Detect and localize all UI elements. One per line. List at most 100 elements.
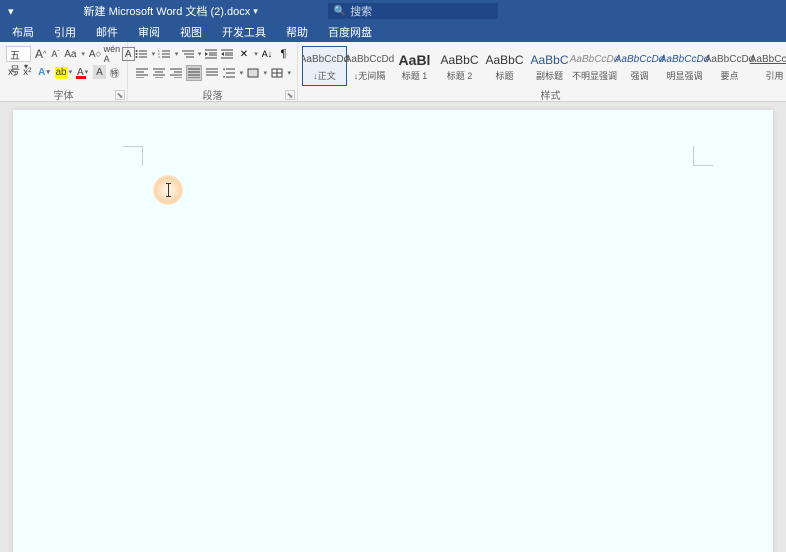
style-item[interactable]: AaBbC标题 [482, 46, 527, 86]
chevron-down-icon[interactable]: ▾ [175, 50, 179, 58]
font-color-button[interactable]: A▾ [74, 65, 91, 79]
tab-help[interactable]: 帮助 [276, 22, 318, 42]
decrease-indent-button[interactable] [203, 46, 218, 62]
tab-developer[interactable]: 开发工具 [212, 22, 276, 42]
style-item[interactable]: AaBbC标题 2 [437, 46, 482, 86]
highlight-color-button[interactable]: ab▾ [54, 65, 72, 79]
style-item[interactable]: AaBl标题 1 [392, 46, 437, 86]
document-page[interactable] [13, 110, 773, 552]
show-marks-button[interactable]: ¶ [276, 46, 291, 62]
asian-layout-button[interactable]: ✕ [237, 46, 252, 62]
title-dropdown-icon[interactable]: ▾ [253, 6, 258, 17]
style-name: ↓无间隔 [354, 69, 386, 82]
quick-access: ▾ [8, 5, 14, 18]
style-name: 标题 1 [402, 69, 428, 82]
bullets-button[interactable] [134, 46, 149, 62]
style-item[interactable]: AaBbCcDd强调 [617, 46, 662, 86]
style-name: 明显强调 [666, 69, 702, 82]
search-box[interactable]: 🔍 搜索 [328, 3, 498, 19]
shading-button[interactable] [245, 65, 260, 81]
tab-baidu[interactable]: 百度网盘 [318, 22, 382, 42]
chevron-down-icon[interactable]: ▾ [287, 69, 291, 77]
text-effects-button[interactable]: A▾ [36, 65, 53, 79]
style-preview: AaBbCcDd [660, 51, 709, 69]
style-item[interactable]: AaBbCcDd↓正文 [302, 46, 347, 86]
paragraph-dialog-launcher[interactable]: ⬊ [285, 90, 295, 100]
style-item[interactable]: AaBbCcDd明显强调 [662, 46, 707, 86]
style-name: 引用 [765, 69, 783, 82]
menu-icon[interactable]: ▾ [8, 5, 14, 18]
style-preview: AaBbCcDd [705, 51, 754, 69]
chevron-down-icon[interactable]: ▾ [254, 50, 258, 58]
tab-review[interactable]: 审阅 [128, 22, 170, 42]
style-item[interactable]: AaBbCcDd↓无间隔 [347, 46, 392, 86]
enclose-char-button[interactable]: ㊕ [108, 65, 121, 79]
phonetic-button[interactable]: wénA [105, 47, 119, 61]
style-preview: AaBbC [440, 51, 478, 69]
style-name: ↓正文 [313, 69, 336, 82]
cursor-highlight-icon [153, 175, 183, 205]
style-preview: AaBl [399, 51, 431, 69]
numbering-button[interactable]: 123 [157, 46, 172, 62]
style-preview: AaBbCcDd [570, 51, 619, 69]
align-center-button[interactable] [151, 65, 166, 81]
chevron-down-icon[interactable]: ▾ [198, 50, 202, 58]
font-group-label: 字体 [0, 87, 127, 101]
style-item[interactable]: AaBbC副标题 [527, 46, 572, 86]
align-justify-button[interactable] [186, 65, 202, 81]
line-spacing-button[interactable] [221, 65, 236, 81]
style-name: 要点 [720, 69, 738, 82]
style-name: 强调 [630, 69, 648, 82]
style-preview: AaBbC [485, 51, 523, 69]
paragraph-group: ▾ 123▾ ▾ ✕▾ A↓ ¶ ▾ ▾ ▾ 段落 ⬊ [128, 42, 298, 101]
multilevel-list-button[interactable] [180, 46, 195, 62]
chevron-down-icon[interactable]: ▾ [152, 50, 156, 58]
style-name: 不明显强调 [572, 69, 617, 82]
chevron-down-icon[interactable]: ▾ [240, 69, 244, 77]
paragraph-group-label: 段落 [128, 87, 297, 101]
styles-group: AaBbCcDd↓正文AaBbCcDd↓无间隔AaBl标题 1AaBbC标题 2… [298, 42, 786, 101]
search-icon: 🔍 [334, 6, 346, 17]
sort-button[interactable]: A↓ [260, 46, 275, 62]
text-caret-icon [168, 183, 169, 197]
borders-button[interactable] [269, 65, 284, 81]
shrink-font-button[interactable]: Aˇ [50, 47, 60, 61]
align-left-button[interactable] [134, 65, 149, 81]
style-name: 副标题 [536, 69, 563, 82]
char-shading-button[interactable]: A [93, 65, 106, 79]
style-preview: AaBbC [530, 51, 568, 69]
title-bar: ▾ 新建 Microsoft Word 文档 (2).docx ▾ 🔍 搜索 [0, 0, 786, 22]
style-item[interactable]: AaBbCcDd引用 [752, 46, 786, 86]
ribbon-tabs: 布局 引用 邮件 审阅 视图 开发工具 帮助 百度网盘 [0, 22, 786, 42]
style-item[interactable]: AaBbCcDd不明显强调 [572, 46, 617, 86]
margin-mark-top-right [693, 146, 713, 166]
chevron-down-icon[interactable]: ▾ [264, 69, 268, 77]
align-right-button[interactable] [169, 65, 184, 81]
style-item[interactable]: AaBbCcDd要点 [707, 46, 752, 86]
chevron-down-icon[interactable]: ▾ [81, 50, 85, 58]
grow-font-button[interactable]: A^ [34, 47, 47, 61]
font-dialog-launcher[interactable]: ⬊ [115, 90, 125, 100]
change-case-button[interactable]: Aa [63, 47, 77, 61]
margin-mark-top-left [123, 146, 143, 166]
font-group: 五号 A^ Aˇ Aa▾ A◇ wénA A x₂ x² A▾ ab▾ A▾ A… [0, 42, 128, 101]
tab-layout[interactable]: 布局 [2, 22, 44, 42]
style-name: 标题 2 [447, 69, 473, 82]
svg-text:3: 3 [158, 55, 160, 59]
style-name: 标题 [495, 69, 513, 82]
style-preview: AaBbCcDd [750, 51, 786, 69]
increase-indent-button[interactable] [220, 46, 235, 62]
tab-view[interactable]: 视图 [170, 22, 212, 42]
tab-mailings[interactable]: 邮件 [86, 22, 128, 42]
document-title: 新建 Microsoft Word 文档 (2).docx [84, 3, 251, 19]
styles-gallery: AaBbCcDd↓正文AaBbCcDd↓无间隔AaBl标题 1AaBbC标题 2… [302, 46, 786, 86]
style-preview: AaBbCcDd [345, 51, 394, 69]
font-size-selector[interactable]: 五号 [6, 46, 31, 62]
tab-references[interactable]: 引用 [44, 22, 86, 42]
style-preview: AaBbCcDd [615, 51, 664, 69]
clear-format-button[interactable]: A◇ [88, 47, 102, 61]
ribbon: 五号 A^ Aˇ Aa▾ A◇ wénA A x₂ x² A▾ ab▾ A▾ A… [0, 42, 786, 102]
distributed-button[interactable] [204, 65, 219, 81]
document-workspace [0, 102, 786, 552]
style-preview: AaBbCcDd [302, 51, 349, 69]
